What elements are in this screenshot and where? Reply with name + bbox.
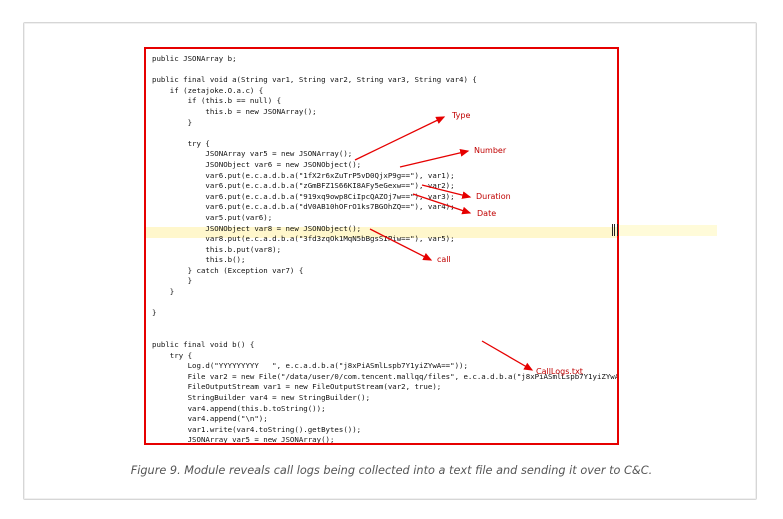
highlight-extension bbox=[619, 225, 717, 236]
code-line: } bbox=[152, 276, 193, 286]
code-line: public JSONArray b; bbox=[152, 54, 237, 63]
code-line: } bbox=[152, 287, 175, 297]
annotation-duration: Duration bbox=[476, 192, 511, 201]
decompiled-code: public JSONArray b; public final void a(S… bbox=[152, 54, 617, 445]
code-line: this.b(); bbox=[152, 255, 246, 265]
annotation-call: call bbox=[437, 255, 451, 264]
code-line: JSONObject var6 = new JSONObject(); bbox=[152, 159, 362, 169]
code-line: var6.put(e.c.a.d.b.a("dV0AB10hOFrO1ks7BG… bbox=[152, 202, 455, 212]
code-line: StringBuilder var4 = new StringBuilder()… bbox=[152, 393, 371, 402]
code-line: this.b = new JSONArray(); bbox=[152, 106, 317, 116]
figure-caption: Figure 9. Module reveals call logs being… bbox=[130, 464, 653, 477]
code-line: var8.put(e.c.a.d.b.a("3fd3zqOk1MqN5bBgsS… bbox=[152, 234, 455, 244]
code-line: var4.append("\n"); bbox=[152, 414, 268, 424]
code-line: public final void b() { bbox=[152, 340, 255, 350]
code-line: var5.put(var6); bbox=[152, 212, 273, 222]
code-line: if (this.b == null) { bbox=[152, 96, 282, 106]
code-line: JSONArray var5 = new JSONArray(); bbox=[152, 149, 353, 159]
code-line: } catch (Exception var7) { bbox=[152, 265, 304, 275]
annotation-date: Date bbox=[477, 209, 497, 218]
code-line: var6.put(e.c.a.d.b.a("919xq9owp8CiIpcQAZ… bbox=[152, 191, 455, 201]
code-line: var6.put(e.c.a.d.b.a("zGmBFZ1S66KI8AFy5e… bbox=[152, 181, 455, 191]
code-screenshot: public JSONArray b; public final void a(S… bbox=[144, 47, 619, 445]
code-line: var6.put(e.c.a.d.b.a("1fX2r6xZuTrP5vD0Qj… bbox=[152, 170, 455, 180]
code-line: var4.append(this.b.toString()); bbox=[152, 403, 326, 413]
code-line: FileOutputStream var1 = new FileOutputSt… bbox=[152, 382, 442, 392]
code-line: JSONArray var5 = new JSONArray(); bbox=[152, 435, 335, 445]
code-line: this.b.put(var8); bbox=[152, 244, 282, 254]
code-line: try { bbox=[152, 350, 193, 360]
code-line: public final void a(String var1, String … bbox=[152, 75, 477, 85]
code-line: if (zetajoke.O.a.c) { bbox=[152, 85, 264, 95]
annotation-type: Type bbox=[452, 111, 471, 120]
annotation-number: Number bbox=[474, 146, 507, 155]
code-line: try { bbox=[152, 138, 210, 148]
text-cursor-icon bbox=[612, 224, 618, 236]
code-line: var1.write(var4.toString().getBytes()); bbox=[152, 424, 362, 434]
annotation-calllogs: CallLogs.txt bbox=[536, 367, 583, 376]
code-line: JSONObject var8 = new JSONObject(); bbox=[152, 223, 362, 233]
code-line: } bbox=[152, 117, 193, 127]
code-line: } bbox=[152, 308, 157, 318]
